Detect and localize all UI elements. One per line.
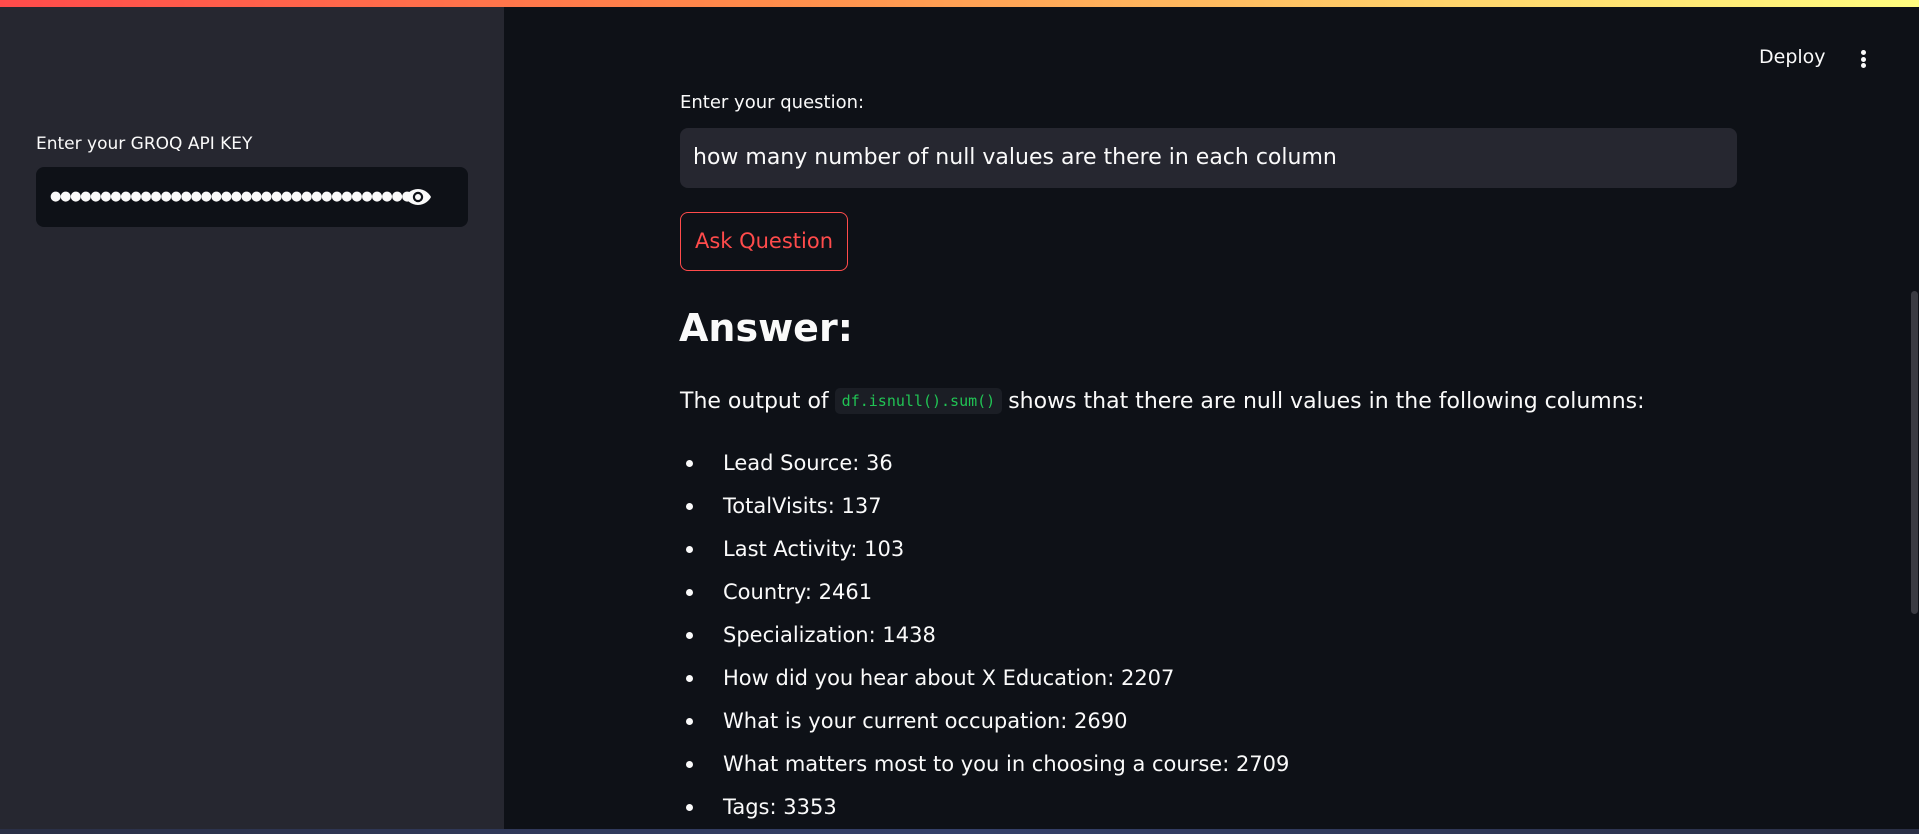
eye-icon[interactable] bbox=[402, 181, 434, 213]
kebab-menu-icon[interactable] bbox=[1853, 46, 1873, 72]
answer-intro-suffix: shows that there are null values in the … bbox=[1008, 388, 1645, 414]
list-item: Lead Source: 36 bbox=[680, 447, 1580, 490]
list-item: What is your current occupation: 2690 bbox=[680, 705, 1580, 748]
deploy-button[interactable]: Deploy bbox=[1759, 46, 1826, 68]
inline-code: df.isnull().sum() bbox=[834, 388, 1003, 414]
question-label: Enter your question: bbox=[680, 92, 865, 113]
sidebar bbox=[0, 7, 504, 834]
list-item: Last Activity: 103 bbox=[680, 533, 1580, 576]
api-key-input[interactable]: ●●●●●●●●●●●●●●●●●●●●●●●●●●●●●●●●●●●●●●●●… bbox=[36, 167, 468, 227]
null-counts-list: Lead Source: 36 TotalVisits: 137 Last Ac… bbox=[680, 447, 1580, 834]
api-key-value[interactable]: ●●●●●●●●●●●●●●●●●●●●●●●●●●●●●●●●●●●●●●●●… bbox=[50, 167, 416, 227]
list-item: How did you hear about X Education: 2207 bbox=[680, 662, 1580, 705]
list-item: Tags: 3353 bbox=[680, 791, 1580, 834]
bottom-edge bbox=[0, 829, 1919, 834]
ask-question-button[interactable]: Ask Question bbox=[680, 212, 848, 271]
list-item: TotalVisits: 137 bbox=[680, 490, 1580, 533]
list-item: Specialization: 1438 bbox=[680, 619, 1580, 662]
kebab-dot bbox=[1860, 63, 1866, 68]
list-item: Country: 2461 bbox=[680, 576, 1580, 619]
answer-heading: Answer: bbox=[679, 306, 853, 350]
top-decoration-bar bbox=[0, 0, 1919, 7]
answer-intro-prefix: The output of bbox=[680, 388, 829, 414]
kebab-dot bbox=[1860, 50, 1866, 55]
kebab-dot bbox=[1860, 56, 1866, 62]
api-key-label: Enter your GROQ API KEY bbox=[36, 134, 253, 154]
scrollbar-thumb[interactable] bbox=[1911, 291, 1918, 614]
answer-intro: The output of df.isnull().sum() shows th… bbox=[680, 386, 1645, 416]
question-input[interactable]: how many number of null values are there… bbox=[680, 128, 1737, 188]
list-item: What matters most to you in choosing a c… bbox=[680, 748, 1580, 791]
